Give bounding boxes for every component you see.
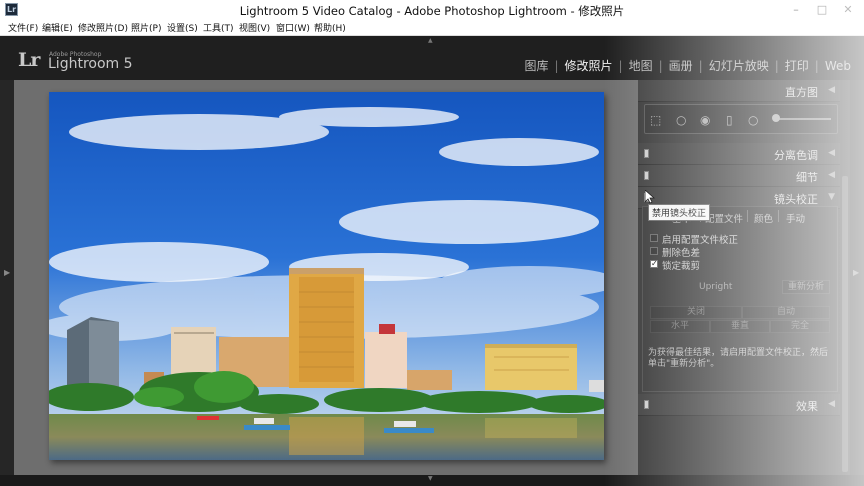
collapse-arrow-icon: ◀ [828, 399, 835, 409]
collapse-arrow-icon: ◀ [828, 85, 835, 95]
module-slideshow[interactable]: 幻灯片放映 [709, 57, 769, 74]
reanalyze-button[interactable]: 重新分析 [782, 280, 830, 294]
tab-profile[interactable]: 配置文件 [705, 211, 743, 225]
graduated-filter-icon[interactable]: ▯ [726, 113, 733, 127]
histogram-panel-header[interactable]: 直方图 ◀ [638, 80, 840, 102]
panel-switch-icon[interactable] [644, 171, 649, 180]
module-book[interactable]: 画册 [669, 57, 693, 74]
collapse-arrow-icon: ◀ [828, 170, 835, 180]
panel-switch-icon[interactable] [644, 400, 649, 409]
city-skyline-lake-photo[interactable] [49, 92, 604, 460]
constrain-crop-label: 锁定裁剪 [662, 261, 701, 272]
detail-label: 细节 [796, 171, 818, 184]
menu-settings[interactable]: 设置(S) [167, 21, 198, 34]
lens-corrections-label: 镜头校正 [774, 193, 818, 206]
module-separator: | [658, 58, 663, 73]
module-web[interactable]: Web [825, 59, 851, 73]
module-separator: | [814, 58, 819, 73]
maximize-button[interactable]: □ [810, 0, 834, 20]
constrain-crop-checkbox[interactable]: ✓ [650, 260, 658, 268]
upright-label: Upright [699, 282, 733, 292]
expand-arrow-icon: ▼ [828, 192, 835, 202]
panel-switch-icon[interactable] [644, 149, 649, 158]
menu-help[interactable]: 帮助(H) [314, 21, 346, 34]
module-picker-panel: ▲ Lr Adobe Photoshop Lightroom 5 图库 | 修改… [0, 36, 864, 80]
adjustment-brush-icon[interactable] [772, 114, 780, 122]
title-bar: Lr Lightroom 5 Video Catalog - Adobe Pho… [0, 0, 864, 20]
mouse-cursor-icon [645, 190, 655, 204]
menu-file[interactable]: 文件(F) [8, 21, 38, 34]
effects-label: 效果 [796, 400, 818, 413]
enable-profile-correction-checkbox[interactable] [650, 234, 658, 242]
upright-full-button[interactable]: 完全 [770, 320, 830, 333]
detail-panel-header[interactable]: 细节 ◀ [638, 165, 840, 187]
menu-view[interactable]: 视图(V) [239, 21, 270, 34]
module-map[interactable]: 地图 [629, 57, 653, 74]
window-title: Lightroom 5 Video Catalog - Adobe Photos… [239, 4, 625, 18]
enable-profile-correction-label: 启用配置文件校正 [662, 235, 739, 246]
red-eye-icon[interactable]: ◉ [700, 113, 710, 127]
right-panel-toggle-icon[interactable]: ▶ [853, 268, 859, 277]
collapse-arrow-icon: ◀ [828, 148, 835, 158]
upright-off-button[interactable]: 关闭 [650, 306, 742, 319]
logo-product-name: Lightroom 5 [48, 56, 133, 72]
module-library[interactable]: 图库 [524, 57, 548, 74]
module-separator: | [698, 58, 703, 73]
menu-develop[interactable]: 修改照片(D) [78, 21, 128, 34]
tab-manual[interactable]: 手动 [786, 211, 805, 225]
filmstrip-collapsed: ▼ [0, 475, 864, 486]
tooltip: 禁用镜头校正 [648, 204, 711, 221]
top-panel-toggle-icon[interactable]: ▲ [428, 37, 433, 44]
upright-hint-text: 为获得最佳结果，请启用配置文件校正，然后单击"重新分析"。 [648, 348, 829, 369]
module-print[interactable]: 打印 [785, 57, 809, 74]
crop-overlay-icon[interactable]: ⬚ [650, 113, 661, 127]
module-separator: | [774, 58, 779, 73]
module-develop[interactable]: 修改照片 [565, 57, 613, 74]
menu-bar: 文件(F) 编辑(E) 修改照片(D) 照片(P) 设置(S) 工具(T) 视图… [0, 20, 864, 36]
histogram-label: 直方图 [785, 86, 818, 99]
effects-panel-header[interactable]: 效果 ◀ [638, 394, 840, 416]
menu-edit[interactable]: 编辑(E) [42, 21, 73, 34]
menu-window[interactable]: 窗口(W) [276, 21, 310, 34]
split-toning-panel-header[interactable]: 分离色调 ◀ [638, 143, 840, 165]
minimize-button[interactable]: – [784, 0, 808, 20]
module-separator: | [618, 58, 623, 73]
tab-color[interactable]: 颜色 [754, 211, 773, 225]
menu-tools[interactable]: 工具(T) [203, 21, 234, 34]
module-nav: 图库 | 修改照片 | 地图 | 画册 | 幻灯片放映 | 打印 | Web [524, 57, 851, 74]
radial-filter-icon[interactable]: ○ [748, 113, 758, 127]
left-panel-toggle-icon[interactable]: ▶ [4, 268, 10, 277]
photo-image [49, 92, 604, 460]
right-panel-scrollbar[interactable] [842, 176, 848, 472]
module-separator: | [554, 58, 559, 73]
remove-chromatic-aberration-checkbox[interactable] [650, 247, 658, 255]
left-panel-collapsed: ▶ [0, 80, 14, 475]
upright-vertical-button[interactable]: 垂直 [710, 320, 770, 333]
upright-auto-button[interactable]: 自动 [742, 306, 830, 319]
remove-chromatic-aberration-label: 删除色差 [662, 248, 701, 259]
adjustment-brush-slider-track[interactable] [776, 118, 831, 120]
right-panel-edge: ▶ [850, 80, 864, 475]
upright-level-button[interactable]: 水平 [650, 320, 710, 333]
menu-photo[interactable]: 照片(P) [131, 21, 161, 34]
spot-removal-icon[interactable]: ○ [676, 113, 686, 127]
tab-separator [747, 210, 748, 222]
split-toning-label: 分离色调 [774, 149, 818, 162]
close-button[interactable]: ✕ [836, 0, 860, 20]
tab-separator [778, 210, 779, 222]
bottom-panel-toggle-icon[interactable]: ▼ [428, 475, 433, 482]
lightroom-logo-icon: Lr [18, 49, 40, 71]
